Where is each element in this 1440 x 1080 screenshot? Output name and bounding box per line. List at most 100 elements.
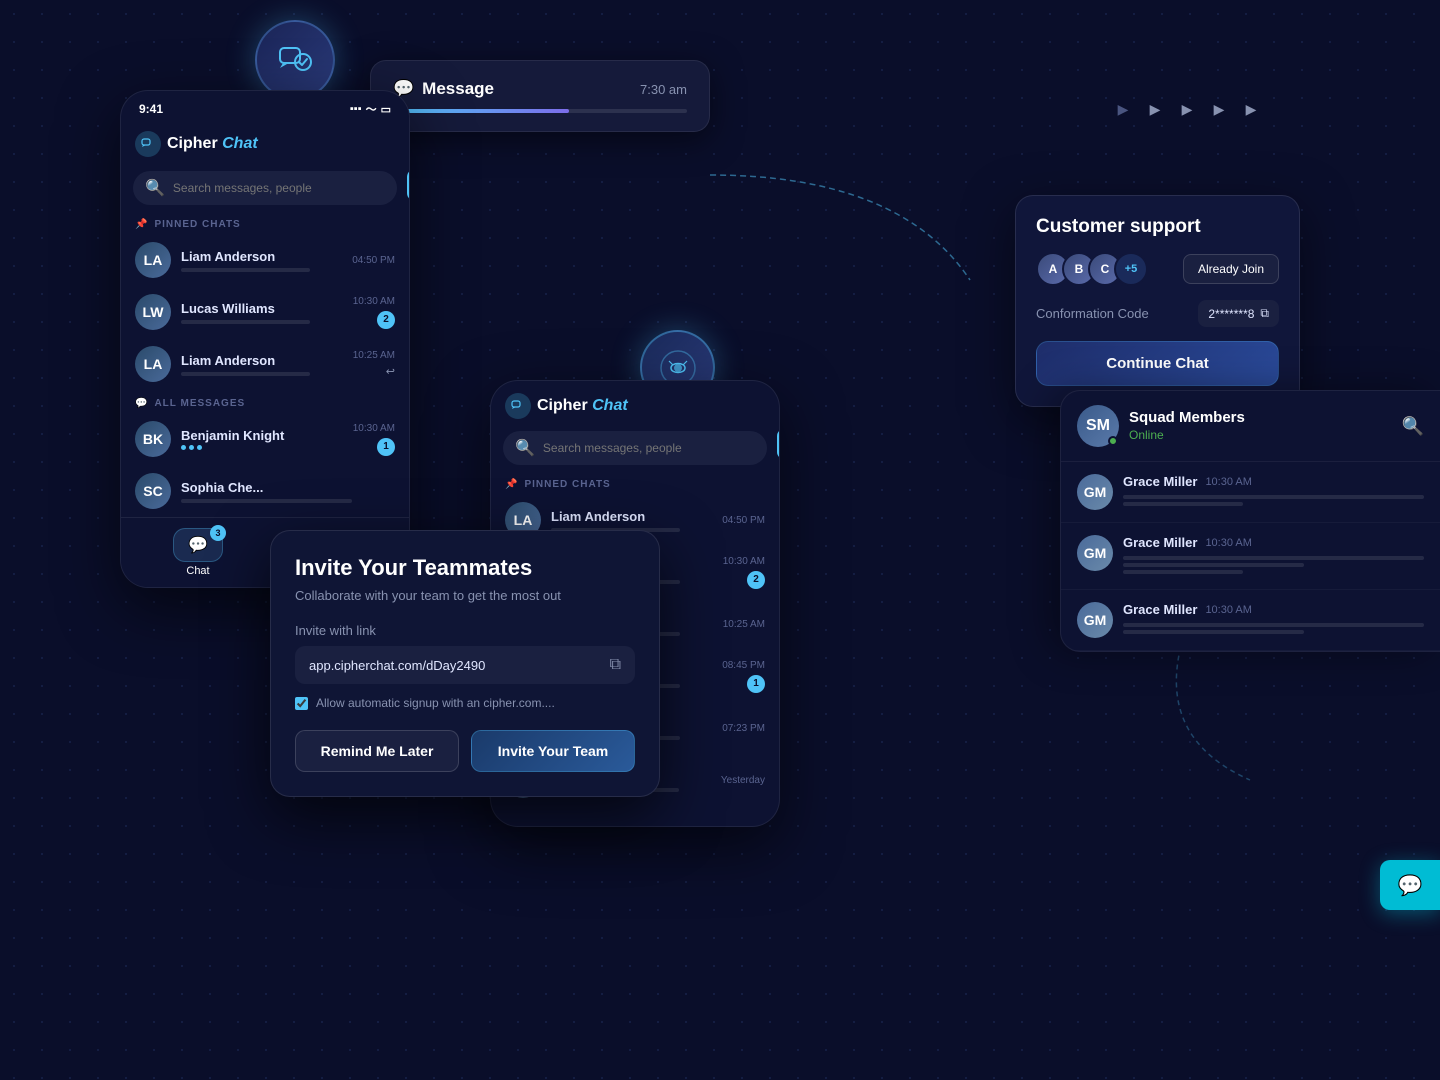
squad-msg-bar-3b	[1123, 630, 1304, 634]
play-button-2[interactable]: ▶	[1146, 100, 1164, 118]
chat-name-liam-1: Liam Anderson	[181, 249, 342, 264]
badge-lucas: 2	[377, 311, 395, 329]
squad-msg-bar-2a	[1123, 556, 1424, 560]
notification-progress-fill	[393, 109, 569, 113]
search-bar-right[interactable]: 🔍 +	[503, 431, 767, 465]
add-chat-button-right[interactable]: +	[777, 429, 780, 459]
chat-preview-lucas	[181, 320, 310, 324]
squad-msg-bar-3a	[1123, 623, 1424, 627]
chat-meta-r6: Yesterday	[721, 775, 765, 786]
online-indicator	[1108, 436, 1118, 446]
invite-team-button[interactable]: Invite Your Team	[471, 730, 635, 772]
pin-icon: 📌	[135, 219, 148, 230]
logo-icon-right	[505, 393, 531, 419]
squad-msg-time-2: 10:30 AM	[1205, 537, 1251, 549]
chat-item-lucas[interactable]: LW Lucas Williams 10:30 AM 2	[121, 286, 409, 338]
play-button-1[interactable]: ▶	[1114, 100, 1132, 118]
play-button-5[interactable]: ▶	[1242, 100, 1260, 118]
chat-time-r4: 08:45 PM	[722, 660, 765, 671]
invite-link-label: Invite with link	[295, 623, 635, 638]
chat-info-benjamin: Benjamin Knight	[181, 428, 343, 450]
remind-later-button[interactable]: Remind Me Later	[295, 730, 459, 772]
squad-panel: SM Squad Members Online 🔍 GM Grace Mille…	[1060, 390, 1440, 652]
chat-item-liam-1[interactable]: LA Liam Anderson 04:50 PM	[121, 234, 409, 286]
squad-search-icon[interactable]: 🔍	[1402, 416, 1424, 437]
search-icon-right: 🔍	[515, 438, 535, 458]
squad-msg-time-1: 10:30 AM	[1205, 476, 1251, 488]
nav-chat[interactable]: 💬 3 Chat	[131, 528, 265, 577]
squad-msg-avatar-1: GM	[1077, 474, 1113, 510]
chat-meta-lucas: 10:30 AM 2	[353, 296, 395, 329]
notification-time: 7:30 am	[640, 82, 687, 97]
squad-msg-info-1: Grace Miller 10:30 AM	[1123, 474, 1424, 509]
customer-support-card: Customer support A B C +5 Already Join C…	[1015, 195, 1300, 407]
squad-msg-name-3: Grace Miller	[1123, 602, 1197, 617]
chat-nav-badge: 3	[210, 525, 226, 541]
logo-icon-left	[135, 131, 161, 157]
chat-meta-r2: 10:30 AM 2	[723, 556, 765, 589]
chat-item-liam-2[interactable]: LA Liam Anderson 10:25 AM ↩	[121, 338, 409, 390]
chat-time-lucas: 10:30 AM	[353, 296, 395, 307]
chat-item-sophia[interactable]: SC Sophia Che...	[121, 465, 409, 517]
invite-modal: Invite Your Teammates Collaborate with y…	[270, 530, 660, 797]
squad-message-3[interactable]: GM Grace Miller 10:30 AM	[1061, 590, 1440, 651]
conf-label: Conformation Code	[1036, 306, 1149, 321]
squad-info: Squad Members Online	[1129, 409, 1245, 444]
squad-msg-name-row-3: Grace Miller 10:30 AM	[1123, 602, 1424, 617]
logo-text-right: Cipher Chat	[537, 397, 628, 415]
chat-meta-r4: 08:45 PM 1	[722, 660, 765, 693]
squad-msg-avatar-2: GM	[1077, 535, 1113, 571]
invite-title: Invite Your Teammates	[295, 555, 635, 581]
chat-info-liam-2: Liam Anderson	[181, 353, 343, 376]
squad-message-1[interactable]: GM Grace Miller 10:30 AM	[1061, 462, 1440, 523]
already-join-button[interactable]: Already Join	[1183, 254, 1279, 284]
chat-name-benjamin: Benjamin Knight	[181, 428, 343, 443]
avatar-count: +5	[1114, 252, 1148, 286]
chat-time-r6: Yesterday	[721, 775, 765, 786]
chat-item-benjamin[interactable]: BK Benjamin Knight 10:30 AM 1	[121, 413, 409, 465]
squad-message-2[interactable]: GM Grace Miller 10:30 AM	[1061, 523, 1440, 590]
play-button-3[interactable]: ▶	[1178, 100, 1196, 118]
chat-tab[interactable]: 💬 3	[173, 528, 223, 562]
chat-info-lucas: Lucas Williams	[181, 301, 343, 324]
chat-time-liam-2: 10:25 AM	[353, 350, 395, 361]
chat-meta-liam-1: 04:50 PM	[352, 255, 395, 266]
squad-msg-bar-2b	[1123, 563, 1304, 567]
conformation-code-row: Conformation Code 2*******8 ⧉	[1036, 300, 1279, 327]
chat-name-liam-2: Liam Anderson	[181, 353, 343, 368]
chat-time-r3: 10:25 AM	[723, 619, 765, 630]
search-input-right[interactable]	[543, 441, 755, 455]
media-controls: ▶ ▶ ▶ ▶ ▶	[1114, 100, 1260, 118]
search-bar-left[interactable]: 🔍 +	[133, 171, 397, 205]
chat-time-r1: 04:50 PM	[722, 515, 765, 526]
continue-chat-button[interactable]: Continue Chat	[1036, 341, 1279, 386]
squad-status: Online	[1129, 428, 1164, 442]
play-button-4[interactable]: ▶	[1210, 100, 1228, 118]
auto-signup-label: Allow automatic signup with an cipher.co…	[316, 696, 555, 710]
auto-signup-checkbox[interactable]	[295, 697, 308, 710]
status-bar: 9:41 ▪▪▪ 〜 ▭	[121, 91, 409, 123]
squad-name: Squad Members	[1129, 409, 1245, 426]
notification-progress	[393, 109, 687, 113]
add-chat-button-left[interactable]: +	[407, 169, 410, 201]
chat-nav-icon: 💬	[188, 537, 208, 554]
logo-text-left: Cipher Chat	[167, 135, 258, 153]
battery-icon: ▭	[381, 103, 391, 116]
copy-code-icon[interactable]: ⧉	[1260, 306, 1269, 321]
mobile-card-left: 9:41 ▪▪▪ 〜 ▭ Cipher Chat 🔍 + 📌 PINNED CH…	[120, 90, 410, 588]
search-input-left[interactable]	[173, 181, 385, 195]
message-folder-icon: 💬	[135, 398, 148, 409]
pinned-chats-label-right: 📌 PINNED CHATS	[491, 471, 779, 494]
floating-action-button[interactable]: 💬	[1380, 860, 1440, 910]
notification-card: 💬 Message 7:30 am	[370, 60, 710, 132]
invite-link-box: app.cipherchat.com/dDay2490 ⧉	[295, 646, 635, 684]
avatar-liam-2: LA	[135, 346, 171, 382]
app-logo-right: Cipher Chat	[505, 393, 628, 419]
chat-info-liam-1: Liam Anderson	[181, 249, 342, 272]
conf-code: 2*******8 ⧉	[1198, 300, 1279, 327]
chat-preview-liam-1	[181, 268, 310, 272]
chat-meta-benjamin: 10:30 AM 1	[353, 423, 395, 456]
copy-link-button[interactable]: ⧉	[610, 656, 621, 674]
avatar-sophia: SC	[135, 473, 171, 509]
squad-avatar: SM	[1077, 405, 1119, 447]
